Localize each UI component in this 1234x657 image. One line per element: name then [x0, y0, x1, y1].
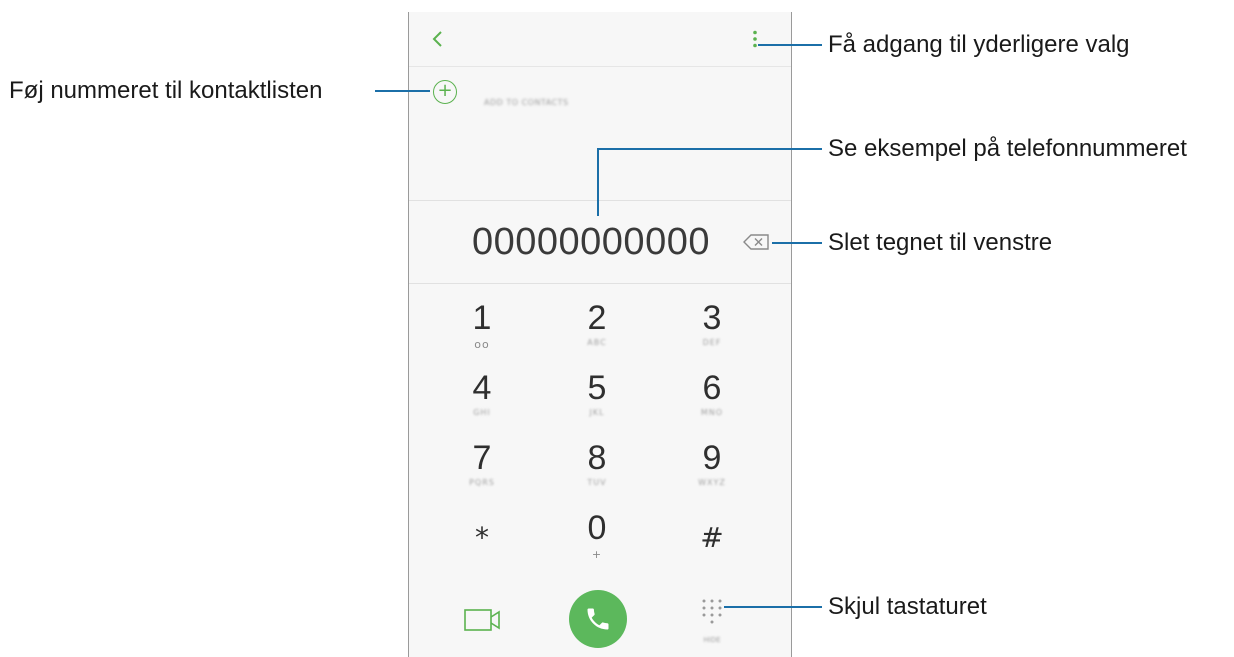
key-digit: 9 [702, 439, 722, 477]
annotation-hide-keypad: Skjul tastaturet [828, 593, 987, 620]
annotation-preview-number: Se eksempel på telefonnummeret [828, 135, 1187, 162]
more-options-button[interactable] [743, 26, 767, 52]
callout-line-more-options [758, 44, 822, 46]
key-8[interactable]: 8 TUV [542, 430, 652, 496]
annotation-delete-left: Slet tegnet til venstre [828, 229, 1053, 256]
dial-keypad: 1 oo 2 ABC 3 DEF 4 GHI 5 JKL 6 MNO 7 PQR… [409, 282, 791, 582]
key-1[interactable]: 1 oo [427, 290, 537, 356]
key-letters: WXYZ [698, 478, 726, 487]
callout-line-preview-horizontal [597, 148, 822, 150]
key-digit: 4 [472, 369, 492, 407]
key-digit: 8 [587, 439, 607, 477]
key-digit: 5 [587, 369, 607, 407]
key-star[interactable]: * [427, 500, 537, 566]
key-letters: PQRS [469, 478, 495, 487]
video-camera-icon [464, 609, 500, 631]
key-letters: DEF [702, 338, 722, 347]
callout-line-preview-vertical [597, 148, 599, 216]
backspace-button[interactable] [742, 232, 772, 252]
key-digit: 3 [702, 299, 722, 337]
key-3[interactable]: 3 DEF [657, 290, 767, 356]
key-letters: MNO [700, 408, 724, 417]
key-digit: 7 [472, 439, 492, 477]
add-to-contacts-label[interactable]: ADD TO CONTACTS [484, 98, 569, 107]
key-0[interactable]: 0 + [542, 500, 652, 566]
key-4[interactable]: 4 GHI [427, 360, 537, 426]
key-digit: 0 [587, 509, 607, 547]
backspace-icon [743, 234, 769, 250]
video-call-button[interactable] [463, 604, 503, 636]
chevron-left-icon [432, 31, 442, 47]
key-letters: GHI [473, 408, 491, 417]
key-9[interactable]: 9 WXYZ [657, 430, 767, 496]
voicemail-icon: oo [474, 338, 490, 351]
key-digit: 6 [702, 369, 722, 407]
key-2[interactable]: 2 ABC [542, 290, 652, 356]
key-digit: * [475, 521, 489, 554]
key-6[interactable]: 6 MNO [657, 360, 767, 426]
phone-icon [587, 608, 609, 630]
key-plus: + [591, 548, 603, 561]
key-hash[interactable]: # [657, 500, 767, 566]
key-letters: ABC [587, 338, 607, 347]
callout-line-hide-keypad [724, 606, 822, 608]
top-bar [409, 12, 791, 67]
key-5[interactable]: 5 JKL [542, 360, 652, 426]
keypad-label: HIDE [703, 636, 721, 644]
key-digit: 2 [587, 299, 607, 337]
back-button[interactable] [425, 26, 451, 52]
hide-keypad-button[interactable]: HIDE [697, 596, 727, 644]
number-display: 00000000000 [409, 200, 791, 284]
more-vertical-icon [753, 30, 757, 48]
callout-line-add-contacts [375, 90, 430, 92]
key-digit: # [700, 521, 724, 554]
bottom-bar: HIDE [409, 582, 791, 657]
dialer-screen: + ADD TO CONTACTS 00000000000 1 oo 2 ABC… [408, 12, 792, 657]
key-letters: TUV [587, 478, 607, 487]
annotation-add-to-contacts: Føj nummeret til kontaktlisten [9, 77, 323, 104]
dialpad-icon [702, 599, 722, 624]
key-letters: JKL [589, 408, 605, 417]
phone-number: 00000000000 [472, 221, 710, 263]
key-digit: 1 [472, 299, 492, 337]
annotation-more-options: Få adgang til yderligere valg [828, 31, 1130, 58]
key-7[interactable]: 7 PQRS [427, 430, 537, 496]
plus-circle-icon[interactable]: + [433, 80, 457, 104]
add-to-contacts-row[interactable]: + ADD TO CONTACTS [409, 66, 791, 118]
call-button[interactable] [569, 590, 627, 648]
callout-line-delete [772, 242, 822, 244]
